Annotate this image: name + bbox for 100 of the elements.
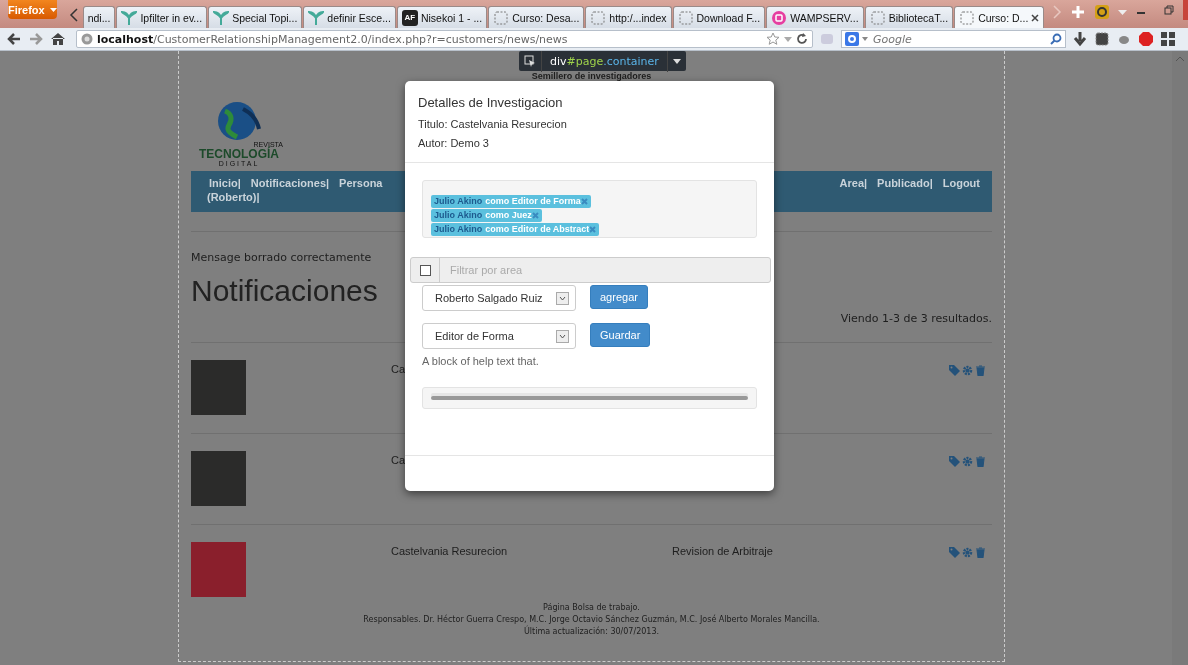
forward-icon[interactable] — [28, 31, 44, 47]
leaf-icon — [308, 9, 325, 26]
help-text: A block of help text that. — [422, 355, 540, 367]
modal-title: Detalles de Investigacion — [418, 95, 564, 110]
assignment-tag[interactable]: Julio Akino como Editor de Forma — [431, 194, 591, 208]
app-icon: AF — [401, 9, 418, 26]
nav-link[interactable]: Logout — [942, 177, 980, 189]
restore-icon[interactable] — [1164, 5, 1175, 15]
page-heading: Notificaciones — [191, 274, 378, 308]
photo-placeholder — [191, 451, 246, 506]
add-button[interactable]: agregar — [590, 285, 648, 309]
browser-tab[interactable]: Download F... — [672, 6, 766, 28]
logo-name: TECNOLOGÍA — [199, 148, 279, 160]
nav-link[interactable]: Publicado| — [877, 177, 933, 189]
page-icon — [590, 9, 607, 26]
item-title: Ca — [391, 363, 406, 375]
page-icon — [869, 9, 886, 26]
browser-tab[interactable]: WAMPSERV... — [766, 6, 864, 28]
browser-tab[interactable]: AF Nisekoi 1 - ... — [396, 6, 488, 28]
nav-link[interactable]: Notificaciones| — [250, 177, 330, 189]
item-status: Revision de Arbitraje — [672, 545, 773, 557]
reviewer-select[interactable]: Roberto Salgado Ruiz — [422, 285, 576, 311]
settings-icon[interactable] — [962, 547, 973, 558]
scroll-right-icon[interactable] — [1052, 5, 1063, 19]
search-field[interactable]: Google — [841, 30, 1066, 48]
site-title: Semillero de investigadores — [530, 71, 653, 81]
photo-placeholder — [191, 542, 246, 597]
scrollbar[interactable] — [1172, 51, 1188, 665]
caret-icon — [49, 7, 57, 12]
leaf-icon — [121, 9, 138, 26]
nav-link[interactable]: Area| — [839, 177, 868, 189]
results-summary: Viendo 1-3 de 3 resultados. — [839, 312, 992, 325]
page-icon — [493, 9, 510, 26]
detail-text: Autor: Demo 3 — [418, 137, 490, 149]
assignment-tag[interactable]: Julio Akino como Editor de Abstract — [431, 222, 600, 236]
remove-icon[interactable] — [531, 211, 539, 219]
tag-icon[interactable] — [949, 547, 960, 558]
filter-field[interactable]: Filtrar por area — [410, 257, 771, 283]
caret-icon[interactable] — [556, 329, 569, 343]
extension-icon[interactable] — [1094, 31, 1110, 47]
url-text: localhost/CustomerRelationshipManagement2.0/index.php?r=customers/news/news — [97, 32, 568, 46]
search-icon[interactable] — [1050, 33, 1062, 45]
globe-icon — [81, 33, 93, 45]
flash-message: Mensage borrado correctamente — [191, 251, 373, 264]
item-title: Castelvania Resurecion — [391, 545, 508, 557]
footer-text: Responsables. Dr. Héctor Guerra Crespo, M.C. Jorge Octavio Sánchez Guzmán, M.C. José Alberto Morales Mancilla. — [362, 614, 821, 625]
remove-icon[interactable] — [580, 197, 588, 205]
photo-placeholder — [191, 360, 246, 415]
selector-label: div#page.container — [549, 54, 660, 68]
browser-tab[interactable]: Special Topi... — [208, 6, 303, 28]
settings-icon[interactable] — [962, 365, 973, 376]
address-bar[interactable]: localhost/CustomerRelationshipManagement2.0/index.php?r=customers/news/news — [76, 30, 813, 48]
trash-icon[interactable] — [975, 547, 986, 558]
role-select[interactable]: Editor de Forma — [422, 323, 576, 349]
nav-user-link[interactable]: (Roberto)| — [207, 191, 260, 203]
search-engine-icon[interactable] — [845, 32, 859, 46]
sync-icon[interactable] — [819, 31, 835, 47]
remove-icon[interactable] — [589, 225, 597, 233]
footer-text: Última actualización: 30/07/2013. — [522, 626, 661, 638]
nav-link[interactable]: Inicio| — [209, 177, 241, 189]
trash-icon[interactable] — [975, 365, 986, 376]
caret-icon[interactable] — [556, 291, 569, 305]
new-tab-icon[interactable] — [1070, 4, 1087, 20]
scroll-left-icon[interactable] — [68, 8, 79, 22]
adblock-icon[interactable] — [1138, 31, 1154, 47]
inspect-icon[interactable] — [524, 55, 536, 67]
browser-tab[interactable]: ndi... — [82, 6, 116, 28]
tag-icon[interactable] — [949, 365, 960, 376]
save-button[interactable]: Guardar — [590, 323, 651, 347]
nav-link[interactable]: Persona — [339, 177, 383, 189]
search-input[interactable]: Google — [871, 31, 1047, 47]
footer-text: Página Bolsa de trabajo. — [542, 602, 641, 614]
close-icon[interactable] — [1031, 13, 1040, 22]
browser-tab[interactable]: Curso: D... — [954, 6, 1045, 28]
browser-tab[interactable]: definir Esce... — [303, 6, 396, 28]
download-icon[interactable] — [1072, 31, 1088, 47]
star-icon[interactable] — [766, 32, 780, 46]
page-icon — [677, 9, 694, 26]
addon-icon[interactable] — [1094, 4, 1111, 20]
item-title: Ca — [391, 454, 406, 466]
tag-icon[interactable] — [949, 456, 960, 467]
browser-tab[interactable]: BibliotecaT... — [864, 6, 954, 28]
back-icon[interactable] — [6, 31, 22, 47]
app-icon — [771, 9, 788, 26]
browser-tab[interactable]: Curso: Desa... — [488, 6, 585, 28]
grid-menu-icon[interactable] — [1160, 31, 1176, 47]
browser-tab[interactable]: Ipfilter in ev... — [116, 6, 208, 28]
trash-icon[interactable] — [975, 456, 986, 467]
dropdown-icon[interactable] — [672, 58, 681, 64]
assignment-tag[interactable]: Julio Akino como Juez — [431, 208, 542, 222]
page-icon — [959, 9, 976, 26]
detail-text: Titulo: Castelvania Resurecion — [418, 118, 568, 130]
home-icon[interactable] — [50, 31, 66, 47]
browser-tab[interactable]: http:/...index — [585, 6, 672, 28]
settings-icon[interactable] — [962, 456, 973, 467]
reload-icon[interactable] — [796, 33, 808, 45]
filter-input[interactable]: Filtrar por area — [440, 258, 770, 282]
caret-icon[interactable] — [862, 37, 868, 41]
leaf-icon — [213, 9, 230, 26]
filter-checkbox[interactable] — [419, 264, 431, 276]
